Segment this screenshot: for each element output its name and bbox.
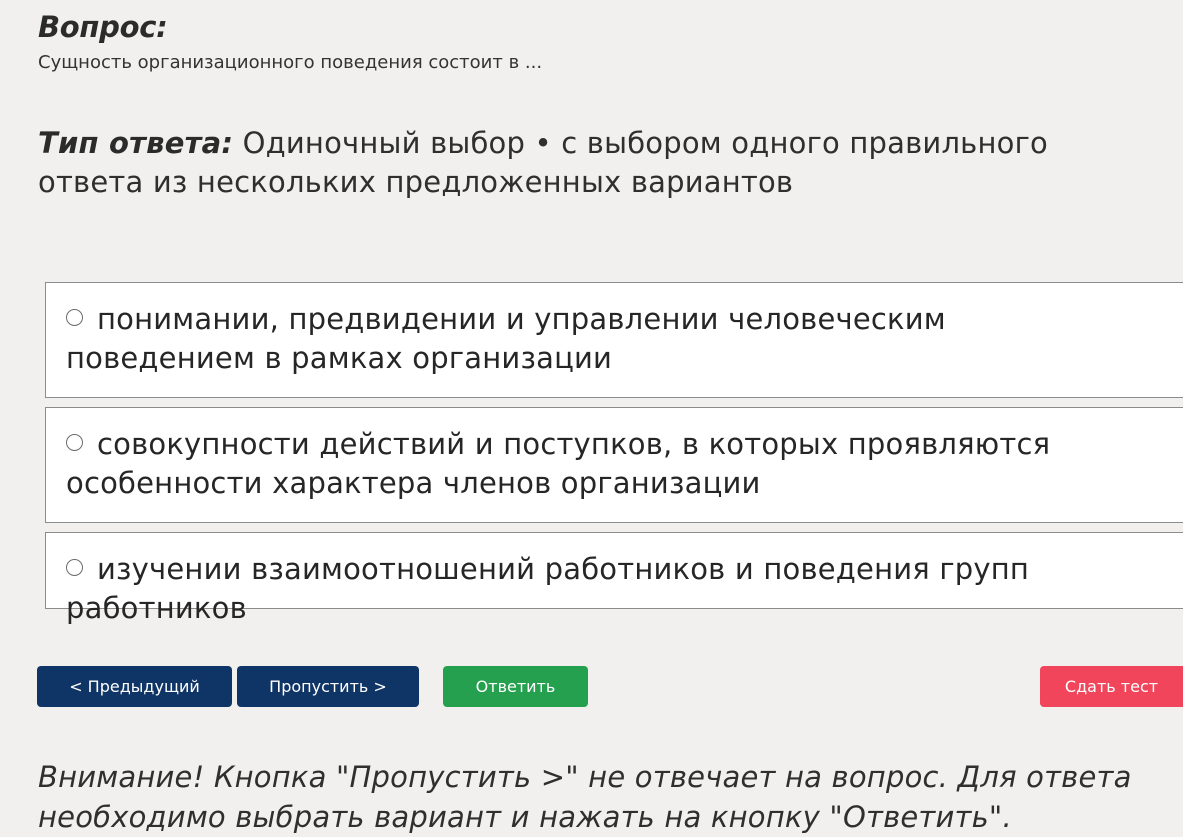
option-3[interactable]: изучении взаимоотношений работников и по…	[45, 532, 1183, 625]
answer-button[interactable]: Ответить	[443, 666, 588, 707]
question-heading: Вопрос:	[38, 10, 168, 44]
option-label: изучении взаимоотношений работников и по…	[66, 552, 1030, 625]
previous-button[interactable]: < Предыдущий	[37, 666, 232, 707]
warning-text: Внимание! Кнопка "Пропустить >" не отвеч…	[38, 760, 1132, 834]
option-label: совокупности действий и поступков, в кот…	[66, 427, 1051, 500]
answer-type: Тип ответа: Одиночный выбор • с выбором …	[38, 124, 1158, 202]
radio-button-icon[interactable]	[66, 309, 83, 326]
submit-test-button[interactable]: Сдать тест	[1040, 666, 1183, 707]
radio-button-icon[interactable]	[66, 434, 83, 451]
answer-type-label: Тип ответа:	[38, 126, 234, 160]
skip-button[interactable]: Пропустить >	[237, 666, 419, 707]
option-label: понимании, предвидении и управлении чело…	[66, 302, 946, 375]
question-text: Сущность организационного поведения сост…	[38, 52, 543, 73]
radio-button-icon[interactable]	[66, 559, 83, 576]
option-1[interactable]: понимании, предвидении и управлении чело…	[45, 282, 1183, 398]
answer-options: понимании, предвидении и управлении чело…	[45, 282, 1183, 625]
option-2[interactable]: совокупности действий и поступков, в кот…	[45, 407, 1183, 523]
